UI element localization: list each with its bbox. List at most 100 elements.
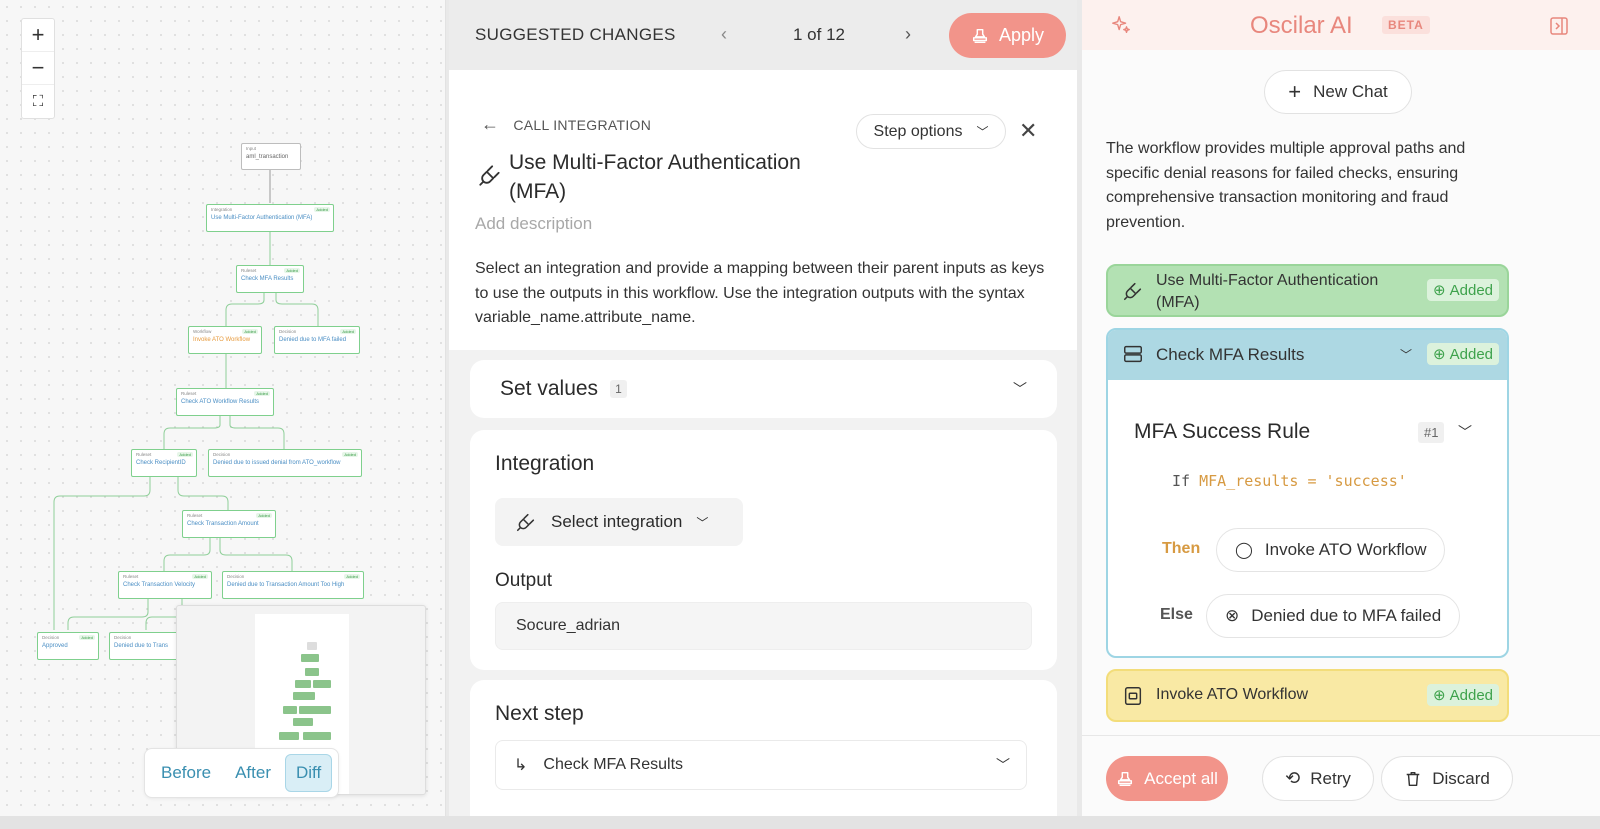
node-title: Invoke ATO Workflow <box>193 337 251 343</box>
select-integration-dropdown[interactable]: Select integration ﹀ <box>495 498 743 546</box>
select-integration-label: Select integration <box>551 512 683 531</box>
next-step-dropdown[interactable]: ↳ Check MFA Results ﹀ <box>495 740 1027 790</box>
workflow-node[interactable]: Decision Denied due to Trans <box>109 632 181 660</box>
workflow-node[interactable]: Ruleset Added Check Transaction Amount <box>182 510 276 538</box>
ai-header: Oscilar AI BETA <box>1082 0 1600 50</box>
apply-label: Apply <box>998 25 1045 45</box>
set-values-count: 1 <box>610 380 627 398</box>
change-item-integration[interactable]: Use Multi-Factor Authentication (MFA) ⊕ A… <box>1106 264 1509 317</box>
node-added-badge: Added <box>79 635 95 640</box>
added-badge: ⊕ Added <box>1427 343 1499 365</box>
retry-button[interactable]: ⟲ Retry <box>1262 756 1374 801</box>
chevron-down-icon: ﹀ <box>996 757 1010 773</box>
arrow-left-icon[interactable]: ← <box>481 114 499 135</box>
suggested-changes-title: SUGGESTED CHANGES <box>475 25 676 44</box>
accept-all-button[interactable]: Accept all <box>1106 756 1228 801</box>
node-title: aml_transaction <box>246 154 289 160</box>
node-added-badge: Added <box>254 391 270 396</box>
node-added-badge: Added <box>344 574 360 579</box>
apply-button[interactable]: Apply <box>949 13 1066 58</box>
node-title: Use Multi-Factor Authentication (MFA) <box>211 215 313 221</box>
minimap-node <box>295 680 311 688</box>
chevron-down-icon: ﹀ <box>696 515 709 530</box>
node-kind: Integration <box>211 207 233 212</box>
discard-label: Discard <box>1432 768 1490 788</box>
node-added-badge: Added <box>192 574 208 579</box>
workflow-canvas[interactable]: + − ⛶ Input aml_transaction Integration … <box>0 0 446 816</box>
output-label: Output <box>495 570 553 591</box>
condition-expression: MFA_results = 'success' <box>1199 472 1407 490</box>
plus-circle-icon: ⊕ <box>1433 687 1446 704</box>
step-type-label: CALL INTEGRATION <box>513 116 652 133</box>
workflow-node[interactable]: Decision Added Denied due to issued deni… <box>208 449 362 477</box>
else-label: Else <box>1160 606 1193 623</box>
minimap-node <box>293 692 315 700</box>
chevron-down-icon[interactable]: ﹀ <box>1458 422 1472 442</box>
new-chat-button[interactable]: + New Chat <box>1264 70 1412 114</box>
node-title: Denied due to Transaction Amount Too Hig… <box>227 582 345 588</box>
minimap-node <box>299 706 331 714</box>
node-title: Approved <box>42 643 68 649</box>
after-tab[interactable]: After <box>225 755 281 791</box>
set-values-section[interactable]: Set values 1 ﹀ <box>470 360 1057 418</box>
next-step-heading: Next step <box>495 702 584 725</box>
node-added-badge: Added <box>242 329 258 334</box>
node-added-badge: Added <box>342 452 358 457</box>
workflow-node[interactable]: Ruleset Added Check MFA Results <box>236 265 304 293</box>
node-kind: Decision <box>114 635 132 640</box>
node-added-badge: Added <box>284 268 300 273</box>
minimap-node <box>313 680 331 688</box>
added-badge: ⊕ Added <box>1427 279 1499 301</box>
chevron-down-icon: ﹀ <box>976 125 989 139</box>
plug-icon <box>1123 282 1142 301</box>
workflow-node[interactable]: Decision Added Approved <box>37 632 99 660</box>
view-toggle: Before After Diff <box>144 748 340 798</box>
step-description: Select an integration and provide a mapp… <box>475 260 1045 326</box>
bottom-scrollbar[interactable] <box>0 816 1600 829</box>
chevron-down-icon[interactable]: ﹀ <box>1400 346 1412 363</box>
node-title: Check ATO Workflow Results <box>181 399 260 405</box>
next-change-icon[interactable]: › <box>905 24 911 45</box>
suggested-changes-header: SUGGESTED CHANGES ‹ 1 of 12 › Apply <box>449 0 1077 70</box>
change-item-label: Use Multi-Factor Authentication (MFA) <box>1156 272 1379 311</box>
workflow-node[interactable]: Ruleset Added Check Transaction Velocity <box>118 571 212 599</box>
ruleset-icon <box>1124 345 1142 363</box>
prev-change-icon[interactable]: ‹ <box>721 24 727 45</box>
minimap-node <box>307 642 317 650</box>
workflow-node[interactable]: Ruleset Added Check RecipientID <box>131 449 197 477</box>
node-title: Check RecipientID <box>136 460 186 466</box>
workflow-node[interactable]: Workflow Added Invoke ATO Workflow <box>188 326 262 354</box>
set-values-label: Set values <box>500 377 599 400</box>
node-added-badge: Added <box>177 452 193 457</box>
plus-circle-icon: ⊕ <box>1433 282 1446 299</box>
refresh-icon: ⟲ <box>1285 768 1301 788</box>
else-action-label: Denied due to MFA failed <box>1251 606 1442 625</box>
added-label: Added <box>1449 686 1493 704</box>
workflow-node[interactable]: Decision Added Denied due to Transaction… <box>222 571 364 599</box>
change-item-workflow[interactable]: Invoke ATO Workflow ⊕ Added <box>1106 669 1509 722</box>
output-input[interactable]: Socure_adrian <box>495 602 1032 650</box>
collapse-panel-icon[interactable] <box>1549 16 1569 36</box>
back-to-call-integration[interactable]: ← CALL INTEGRATION <box>481 114 651 135</box>
change-item-label: Check MFA Results <box>1156 345 1305 364</box>
else-action-pill[interactable]: ⊗ Denied due to MFA failed <box>1206 594 1461 638</box>
workflow-node[interactable]: Ruleset Added Check ATO Workflow Results <box>176 388 274 416</box>
workflow-node[interactable]: Decision Added Denied due to MFA failed <box>274 326 360 354</box>
then-action-pill[interactable]: ◯ Invoke ATO Workflow <box>1216 528 1446 572</box>
workflow-node[interactable]: Input aml_transaction <box>241 143 301 170</box>
node-title: Denied due to issued denial from ATO_wor… <box>213 460 341 466</box>
before-tab[interactable]: Before <box>151 755 221 791</box>
ruleset-header[interactable]: Check MFA Results ﹀ ⊕ Added <box>1108 330 1507 380</box>
discard-button[interactable]: Discard <box>1381 756 1513 801</box>
chevron-down-icon[interactable]: ﹀ <box>1013 379 1027 399</box>
node-title: Denied due to MFA failed <box>279 337 347 343</box>
add-description-field[interactable]: Add description <box>475 214 592 234</box>
plus-icon: + <box>1288 79 1302 104</box>
workflow-node[interactable]: Integration Added Use Multi-Factor Authe… <box>206 204 334 232</box>
close-icon[interactable]: ✕ <box>1019 118 1037 144</box>
x-circle-icon: ⊗ <box>1225 606 1240 625</box>
change-item-label: Invoke ATO Workflow <box>1156 686 1309 703</box>
then-action-label: Invoke ATO Workflow <box>1264 540 1427 559</box>
diff-tab[interactable]: Diff <box>285 754 333 792</box>
step-options-dropdown[interactable]: Step options ﹀ <box>856 114 1006 149</box>
